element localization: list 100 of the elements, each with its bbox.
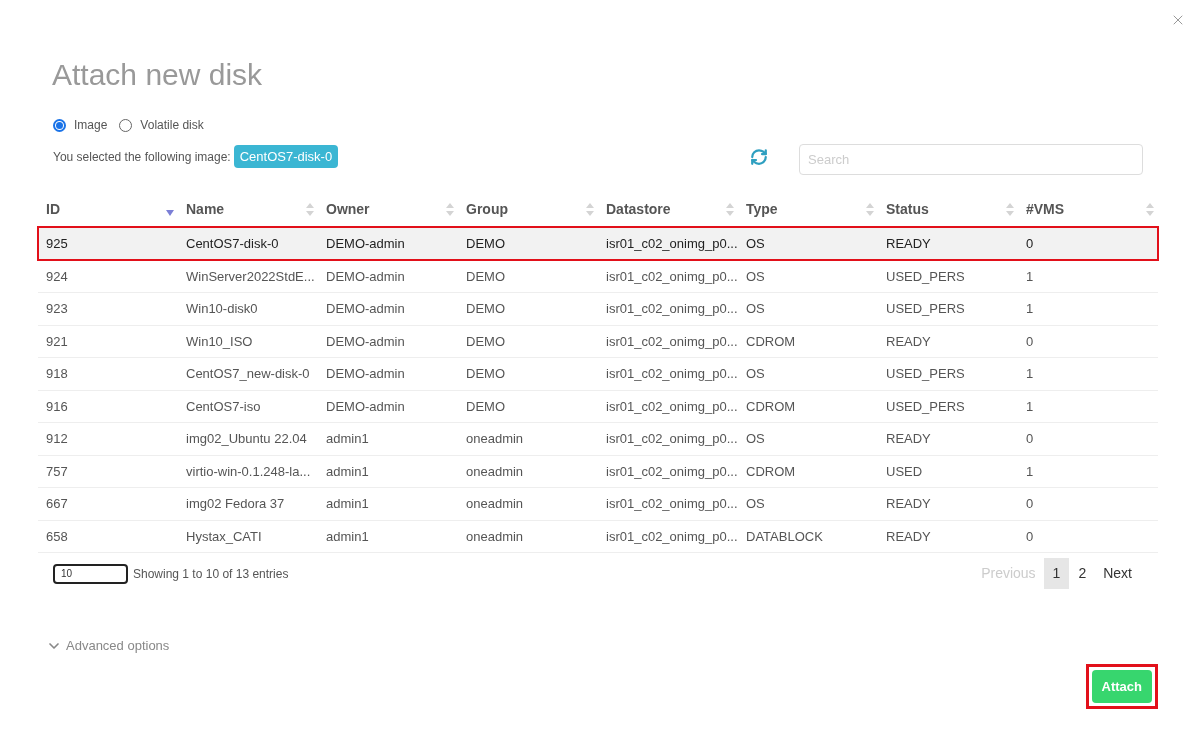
table-cell-text: READY bbox=[885, 527, 932, 546]
table-cell-text: READY bbox=[885, 430, 932, 448]
table-cell-text: USED_PERS bbox=[885, 365, 966, 383]
table-cell-text: 0 bbox=[1025, 495, 1035, 513]
refresh-icon[interactable] bbox=[750, 147, 768, 166]
table-cell-text: READY bbox=[885, 235, 932, 253]
table-cell-text: OS bbox=[745, 365, 766, 383]
table-cell-text: 0 bbox=[1025, 332, 1035, 351]
table-cell-text: oneadmin bbox=[465, 527, 525, 546]
table-cell-text: isr01_c02_onimg_p0... bbox=[605, 300, 738, 318]
radio-option[interactable]: Image bbox=[53, 116, 108, 134]
table-cell-text: isr01_c02_onimg_p0... bbox=[605, 462, 738, 481]
table-cell-text: 925 bbox=[45, 235, 69, 253]
table-cell-text: DEMO-admin bbox=[325, 365, 406, 383]
column-header[interactable]: Status bbox=[878, 198, 1018, 220]
table-cell-text: 667 bbox=[45, 495, 69, 513]
table-row[interactable]: 912 img02_Ubuntu 22.04 admin1 oneadmin isr01_c02_onimg_p0... OS READY 0 bbox=[38, 422, 1158, 455]
table-cell-text: 1 bbox=[1025, 462, 1035, 481]
column-header[interactable]: #VMS bbox=[1018, 198, 1158, 220]
page-link[interactable]: 1 bbox=[1043, 558, 1070, 589]
column-header[interactable]: Type bbox=[738, 198, 878, 220]
next-link[interactable]: Next bbox=[1095, 558, 1140, 589]
table-cell-text: DEMO bbox=[465, 267, 506, 286]
table-cell-text: DEMO-admin bbox=[325, 397, 406, 416]
advanced-options-toggle[interactable]: Advanced options bbox=[46, 636, 170, 656]
column-header[interactable]: ID bbox=[38, 198, 178, 220]
selected-image-tag: CentOS7-disk-0 bbox=[233, 144, 339, 169]
table-cell-text: CentOS7-iso bbox=[185, 397, 262, 416]
table-cell-text: isr01_c02_onimg_p0... bbox=[605, 430, 738, 448]
table-cell-text: isr01_c02_onimg_p0... bbox=[605, 267, 738, 286]
column-header[interactable]: Name bbox=[178, 198, 318, 220]
table-cell-text: CentOS7-disk-0 bbox=[185, 235, 280, 253]
column-header[interactable]: Group bbox=[458, 198, 598, 220]
table-row[interactable]: 667 img02 Fedora 37 admin1 oneadmin isr01_c02_onimg_p0... OS READY 0 bbox=[38, 487, 1158, 520]
table-cell-text: OS bbox=[745, 430, 766, 448]
column-header[interactable]: Owner bbox=[318, 198, 458, 220]
selection-label: You selected the following image: bbox=[53, 148, 231, 166]
table-cell-text: CDROM bbox=[745, 332, 797, 351]
table-cell-text: DEMO bbox=[465, 300, 506, 318]
table-cell-text: 0 bbox=[1025, 430, 1035, 448]
table-cell-text: admin1 bbox=[325, 462, 370, 481]
table-cell-text: isr01_c02_onimg_p0... bbox=[605, 527, 738, 546]
radio-option[interactable]: Volatile disk bbox=[119, 116, 204, 134]
table-cell-text: Hystax_CATI bbox=[185, 527, 263, 546]
table-cell-text: DEMO-admin bbox=[325, 300, 406, 318]
table-cell-text: 918 bbox=[45, 365, 69, 383]
table-cell-text: isr01_c02_onimg_p0... bbox=[605, 235, 738, 253]
table-cell-text: CentOS7_new-disk-0 bbox=[185, 365, 311, 383]
table-cell-text: isr01_c02_onimg_p0... bbox=[605, 495, 738, 513]
table-cell-text: DATABLOCK bbox=[745, 527, 824, 546]
table-cell-text: DEMO bbox=[465, 235, 506, 253]
table-cell-text: img02_Ubuntu 22.04 bbox=[185, 430, 308, 448]
table-cell-text: isr01_c02_onimg_p0... bbox=[605, 332, 738, 351]
table-cell-text: 912 bbox=[45, 430, 69, 448]
table-cell-text: 924 bbox=[45, 267, 69, 286]
dialog-title: Attach new disk bbox=[52, 57, 264, 93]
table-cell-text: 1 bbox=[1025, 300, 1035, 318]
table-cell-text: OS bbox=[745, 235, 766, 253]
table-cell-text: 0 bbox=[1025, 527, 1035, 546]
table-cell-text: 1 bbox=[1025, 397, 1035, 416]
table-row[interactable]: 916 CentOS7-iso DEMO-admin DEMO isr01_c02_onimg_p0... CDROM USED_PERS 1 bbox=[38, 389, 1158, 422]
page-size-field[interactable]: 10 bbox=[53, 563, 128, 584]
table-row[interactable]: 925 CentOS7-disk-0 DEMO-admin DEMO isr01_c02_onimg_p0... OS READY 0 bbox=[38, 227, 1158, 260]
page-link[interactable]: 2 bbox=[1069, 558, 1096, 589]
table-cell-text: isr01_c02_onimg_p0... bbox=[605, 397, 738, 416]
entries-info: Showing 1 to 10 of 13 entries bbox=[133, 565, 289, 583]
table-cell-text: oneadmin bbox=[465, 430, 525, 448]
table-cell-text: OS bbox=[745, 300, 766, 318]
table-cell-text: DEMO-admin bbox=[325, 267, 406, 286]
table-cell-text: 923 bbox=[45, 300, 69, 318]
table-row[interactable]: 921 Win10_ISO DEMO-admin DEMO isr01_c02_onimg_p0... CDROM READY 0 bbox=[38, 324, 1158, 357]
table-cell-text: DEMO bbox=[465, 365, 506, 383]
table-cell-text: oneadmin bbox=[465, 495, 525, 513]
column-header[interactable]: Datastore bbox=[598, 198, 738, 220]
table-cell-text: isr01_c02_onimg_p0... bbox=[605, 365, 738, 383]
table-cell-text: admin1 bbox=[325, 430, 370, 448]
table-cell-text: READY bbox=[885, 332, 932, 351]
table-cell-text: USED_PERS bbox=[885, 300, 966, 318]
table-cell-text: 921 bbox=[45, 332, 69, 351]
table-cell-text: 757 bbox=[45, 462, 69, 481]
table-cell-text: USED bbox=[885, 462, 924, 481]
table-cell-text: admin1 bbox=[325, 527, 370, 546]
table-cell-text: USED_PERS bbox=[885, 397, 966, 416]
table-cell-text: WinServer2022StdE... bbox=[185, 267, 316, 286]
table-cell-text: USED_PERS bbox=[885, 267, 966, 286]
table-cell-text: READY bbox=[885, 495, 932, 513]
table-row[interactable]: 924 WinServer2022StdE... DEMO-admin DEMO isr01_c02_onimg_p0... OS USED_PERS 1 bbox=[38, 259, 1158, 292]
table-row[interactable]: 923 Win10-disk0 DEMO-admin DEMO isr01_c02_onimg_p0... OS USED_PERS 1 bbox=[38, 292, 1158, 325]
table-cell-text: DEMO-admin bbox=[325, 235, 406, 253]
table-cell-text: 0 bbox=[1025, 235, 1035, 253]
table-cell-text: DEMO-admin bbox=[325, 332, 406, 351]
table-cell-text: OS bbox=[745, 267, 766, 286]
table-cell-text: Win10_ISO bbox=[185, 332, 254, 351]
table-row[interactable]: 757 virtio-win-0.1.248-la... admin1 oneadmin isr01_c02_onimg_p0... CDROM USED 1 bbox=[38, 454, 1158, 487]
table-row[interactable]: 658 Hystax_CATI admin1 oneadmin isr01_c02_onimg_p0... DATABLOCK READY 0 bbox=[38, 519, 1158, 552]
table-row[interactable]: 918 CentOS7_new-disk-0 DEMO-admin DEMO isr01_c02_onimg_p0... OS USED_PERS 1 bbox=[38, 357, 1158, 390]
table-cell-text: oneadmin bbox=[465, 462, 525, 481]
table-cell-text: img02 Fedora 37 bbox=[185, 495, 286, 513]
table-cell-text: Win10-disk0 bbox=[185, 300, 259, 318]
table-cell-text: DEMO bbox=[465, 397, 506, 416]
